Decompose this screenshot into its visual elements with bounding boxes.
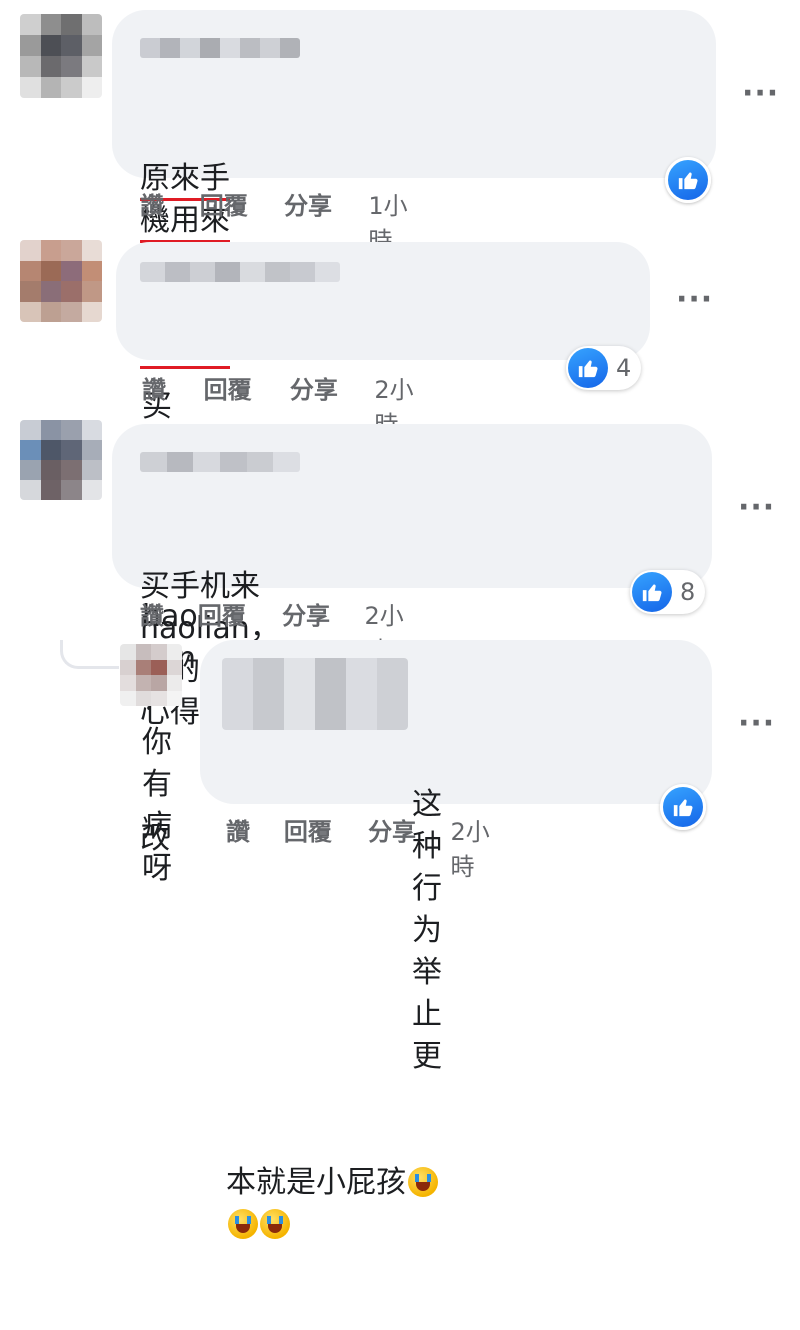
more-options-button[interactable]: ··· bbox=[738, 706, 775, 741]
blurred-author-name[interactable] bbox=[140, 38, 300, 58]
like-thumb-icon[interactable] bbox=[660, 784, 706, 830]
avatar[interactable] bbox=[20, 14, 102, 98]
avatar[interactable] bbox=[120, 644, 182, 706]
reply-connector bbox=[60, 640, 119, 669]
avatar[interactable] bbox=[20, 240, 102, 322]
reaction-summary[interactable]: 8 bbox=[630, 570, 706, 614]
like-link[interactable]: 讚 bbox=[226, 812, 284, 882]
laugh-cry-emoji-icon bbox=[260, 1209, 290, 1239]
like-thumb-icon[interactable] bbox=[665, 157, 711, 203]
share-link[interactable]: 分享 bbox=[368, 812, 450, 882]
blurred-author-name[interactable] bbox=[140, 262, 340, 282]
like-thumb-icon bbox=[632, 572, 672, 612]
timestamp[interactable]: 2小時 bbox=[451, 812, 507, 882]
comment-text: 这种行为举止更 本就是小屁孩 bbox=[226, 700, 442, 1330]
blurred-author-name[interactable] bbox=[140, 452, 300, 472]
comment-line: 本就是小屁孩 bbox=[226, 1165, 406, 1200]
like-thumb-icon bbox=[568, 348, 608, 388]
laugh-cry-emoji-icon bbox=[408, 1167, 438, 1197]
more-options-button[interactable]: ··· bbox=[738, 490, 775, 525]
more-options-button[interactable]: ··· bbox=[676, 282, 713, 317]
reaction-count: 8 bbox=[680, 578, 696, 606]
laugh-cry-emoji-icon bbox=[228, 1209, 258, 1239]
reply-link[interactable]: 回覆 bbox=[284, 812, 368, 882]
reaction-summary[interactable]: 4 bbox=[566, 346, 642, 390]
more-options-button[interactable]: ··· bbox=[742, 76, 779, 111]
avatar[interactable] bbox=[20, 420, 102, 500]
reaction-count: 4 bbox=[616, 354, 632, 382]
comment-actions: 讚 回覆 分享 2小時 bbox=[226, 812, 506, 882]
